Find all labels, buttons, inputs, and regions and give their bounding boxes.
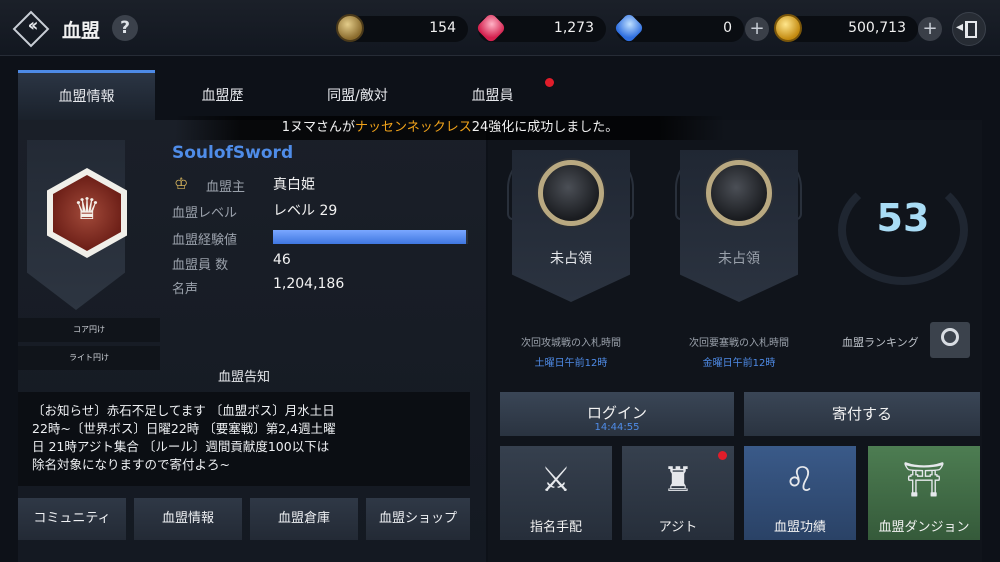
dragon-crest-icon: ♛ — [73, 192, 101, 227]
notification-text-before: 1ヌマさんが — [281, 120, 355, 135]
territory-status: 未占領 — [550, 251, 592, 267]
page-title: 血盟 — [62, 20, 101, 42]
wanted-label: 指名手配 — [529, 520, 582, 535]
achievement-label: 血盟功績 — [773, 520, 826, 535]
guild-info-button[interactable]: 血盟情報 — [134, 498, 242, 540]
wanted-tile[interactable]: ⚔ 指名手配 — [500, 446, 612, 540]
fame-value: 1,204,186 — [273, 276, 345, 292]
lion-crest-icon: ♌ — [784, 460, 816, 500]
members-value: 46 — [273, 252, 291, 268]
territory-bid-label: 次回攻城戦の入札時間 — [521, 338, 621, 349]
community-button[interactable]: コミュニティ — [18, 498, 126, 540]
dungeon-tile[interactable]: ⛩ 血盟ダンジョン — [868, 446, 980, 540]
territory-seal-icon — [706, 160, 772, 226]
currency-gold-value: 500,713 — [848, 20, 906, 36]
level-value: レベル 29 — [273, 203, 338, 219]
exit-button[interactable]: ◂ — [952, 12, 986, 46]
notice-line: 22時~〔世界ボス〕日曜22時 〔要塞戦〕第2,4週土曜 — [32, 421, 336, 436]
notification-text-after: 24強化に成功しました。 — [471, 120, 619, 135]
currency-medal-value: 154 — [429, 20, 456, 36]
tab-guild-info[interactable]: 血盟情報 — [18, 70, 155, 120]
help-button[interactable]: ? — [112, 15, 138, 41]
hideout-tile[interactable]: ♜ アジト — [622, 446, 734, 540]
territory-bid-time: 土曜日午前12時 — [534, 358, 608, 369]
top-bar: ‹‹ 血盟 ? 154 1,273 0 + 500,713 + ◂ — [0, 0, 1000, 56]
members-alert-dot — [545, 78, 554, 87]
territory-seal-icon — [538, 160, 604, 226]
notification-item-name: ナッセンネックレス — [354, 120, 472, 135]
fame-label: 名声 — [172, 282, 199, 297]
add-gold-button[interactable]: + — [918, 17, 942, 41]
notice-box: 〔お知らせ〕赤石不足してます 〔血盟ボス〕月水土日 22時~〔世界ボス〕日曜22… — [18, 392, 470, 486]
dungeon-label: 血盟ダンジョン — [878, 520, 970, 535]
tab-guild-members[interactable]: 血盟員 — [425, 70, 560, 120]
donate-button[interactable]: 寄付する — [744, 392, 980, 436]
login-button[interactable]: ログイン 14:44:55 — [500, 392, 734, 436]
exp-label: 血盟経験値 — [172, 233, 238, 248]
territory-bid-time: 金曜日午前12時 — [702, 358, 776, 369]
ranking-button[interactable] — [930, 322, 970, 358]
exp-progress-fill — [273, 230, 467, 244]
tab-alliance-hostile[interactable]: 同盟/敵対 — [290, 70, 425, 120]
double-chevron-left-icon: ‹‹ — [27, 15, 39, 36]
hideout-label: アジト — [658, 520, 698, 535]
wanted-helmet-icon: ⚔ — [540, 460, 572, 500]
members-label: 血盟員 数 — [172, 258, 229, 273]
login-time: 14:44:55 — [594, 422, 640, 433]
master-value: 真白姫 — [273, 177, 315, 193]
notice-line: 日 21時アジト集合 〔ルール〕週間貢献度100以下は — [32, 439, 330, 454]
login-label: ログイン — [586, 404, 647, 422]
notice-title: 血盟告知 — [217, 370, 270, 385]
territory-bid-label: 次回要塞戦の入札時間 — [689, 338, 789, 349]
guild-shop-button[interactable]: 血盟ショップ — [366, 498, 470, 540]
crown-wings-icon: ♔ — [174, 174, 189, 193]
core-button[interactable]: コア円け — [18, 318, 160, 342]
dungeon-gate-icon: ⛩ — [902, 460, 946, 500]
guild-ranking-label: 血盟ランキング — [842, 336, 919, 349]
master-label: 血盟主 — [206, 180, 246, 195]
territory-status: 未占領 — [718, 251, 760, 267]
tab-bar: 血盟情報 血盟歴 同盟/敵対 血盟員 — [18, 70, 982, 120]
gold-coin-icon — [774, 14, 802, 42]
guild-ranking-value: 53 — [876, 196, 930, 240]
back-button[interactable]: ‹‹ — [12, 10, 50, 48]
notification-banner: 1ヌマさんがナッセンネックレス24強化に成功しました。 — [175, 116, 725, 140]
guild-name: SoulofSword — [172, 143, 294, 163]
tab-guild-history[interactable]: 血盟歴 — [155, 70, 290, 120]
medal-icon — [336, 14, 364, 42]
achievement-tile[interactable]: ♌ 血盟功績 — [744, 446, 856, 540]
notice-line: 除名対象になりますので寄付よろ~ — [32, 457, 230, 472]
exp-progress-bar — [273, 230, 468, 244]
notice-line: 〔お知らせ〕赤石不足してます 〔血盟ボス〕月水土日 — [32, 403, 335, 418]
exit-arrow-icon: ◂ — [956, 19, 964, 35]
currency-ruby-value: 1,273 — [553, 20, 594, 36]
currency-sapphire-value: 0 — [723, 20, 732, 36]
ribbon-medal-icon — [941, 328, 959, 346]
guild-storage-button[interactable]: 血盟倉庫 — [250, 498, 358, 540]
hideout-alert-dot — [718, 451, 727, 460]
level-label: 血盟レベル — [172, 206, 238, 221]
add-sapphire-button[interactable]: + — [745, 17, 769, 41]
castle-icon: ♜ — [662, 460, 694, 500]
exit-door-icon — [965, 21, 977, 38]
